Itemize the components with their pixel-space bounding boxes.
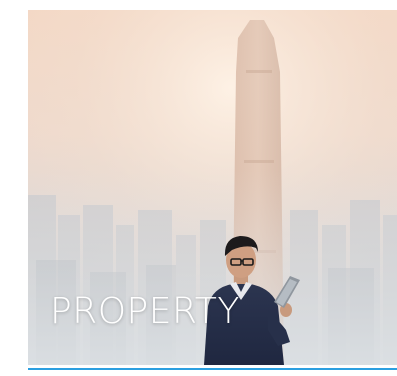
property-card[interactable]: PROPERTY xyxy=(28,10,397,365)
accent-underline xyxy=(28,368,397,370)
card-title: PROPERTY xyxy=(50,291,240,332)
